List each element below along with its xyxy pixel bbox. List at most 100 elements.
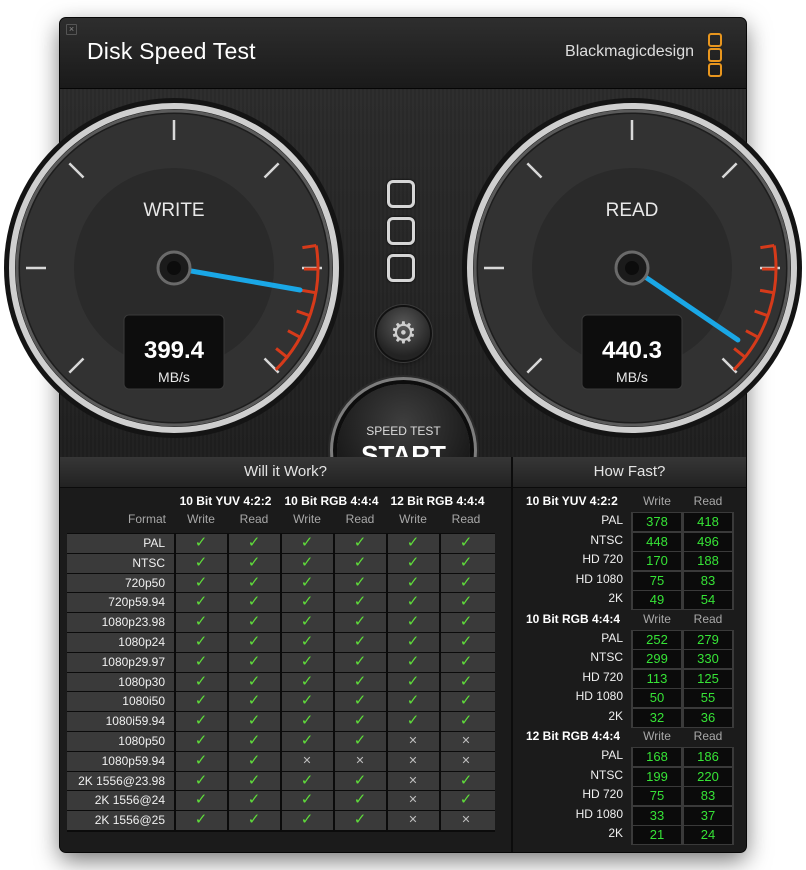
speed-group-header: 10 Bit YUV 4:2:2 <box>526 494 618 508</box>
cross-icon: ✕ <box>408 735 418 747</box>
check-icon: ✓ <box>247 751 261 769</box>
check-icon: ✓ <box>353 672 367 690</box>
read-column-header: Read <box>693 494 723 508</box>
cross-icon: ✕ <box>461 735 471 747</box>
close-button[interactable]: × <box>66 24 77 35</box>
gauge-panel: ⚙ SPEED TEST START <box>60 89 746 517</box>
format-column-header: Format <box>127 512 166 526</box>
format-label: 2K 1556@24 <box>94 793 165 808</box>
check-icon: ✓ <box>300 771 314 789</box>
read-speed-value: 83 <box>684 787 732 805</box>
write-speed-value: 378 <box>633 513 681 531</box>
format-label: 1080i59.94 <box>105 714 165 729</box>
format-group-header: 12 Bit RGB 4:4:4 <box>390 494 485 508</box>
format-label: 1080p59.94 <box>101 753 165 768</box>
check-icon: ✓ <box>194 613 208 631</box>
check-icon: ✓ <box>194 811 208 829</box>
check-icon: ✓ <box>300 613 314 631</box>
read-column-header: Read <box>451 512 481 526</box>
check-icon: ✓ <box>300 791 314 809</box>
write-speed-value: 199 <box>633 767 681 786</box>
check-icon: ✓ <box>247 771 261 789</box>
read-speed-value: 54 <box>684 591 732 609</box>
write-column-header: Write <box>643 611 671 626</box>
read-column-header: Read <box>693 611 723 626</box>
read-speed-value: 125 <box>684 669 732 688</box>
check-icon: ✓ <box>459 652 473 670</box>
cross-icon: ✕ <box>461 814 471 827</box>
check-icon: ✓ <box>194 593 208 611</box>
read-speed-value: 186 <box>684 748 732 766</box>
check-icon: ✓ <box>194 633 208 650</box>
check-icon: ✓ <box>353 613 367 631</box>
check-icon: ✓ <box>353 652 367 670</box>
check-icon: ✓ <box>406 534 420 551</box>
speed-format-label: HD 720 <box>582 787 623 801</box>
check-icon: ✓ <box>247 811 261 829</box>
read-column-header: Read <box>239 512 269 526</box>
title-bar: × Disk Speed Test Blackmagicdesign <box>60 18 746 89</box>
will-it-work-heading: Will it Work? <box>60 457 511 488</box>
check-icon: ✓ <box>300 633 314 650</box>
speed-format-label: 2K <box>608 591 623 605</box>
check-icon: ✓ <box>247 613 261 631</box>
check-icon: ✓ <box>459 771 473 789</box>
write-speed-value: 299 <box>633 650 681 668</box>
check-icon: ✓ <box>406 633 420 650</box>
check-icon: ✓ <box>406 573 420 591</box>
check-icon: ✓ <box>406 712 420 730</box>
cross-icon: ✕ <box>408 814 418 827</box>
app-title: Disk Speed Test <box>87 38 256 64</box>
read-speed-value: 188 <box>684 552 732 570</box>
format-label: 1080p29.97 <box>101 654 165 669</box>
check-icon: ✓ <box>353 732 367 749</box>
format-group-header: 10 Bit YUV 4:2:2 <box>179 494 272 508</box>
check-icon: ✓ <box>406 652 420 670</box>
check-icon: ✓ <box>459 633 473 650</box>
read-speed-value: 220 <box>684 767 732 786</box>
speed-format-label: 2K <box>608 826 623 840</box>
read-speed-value: 83 <box>684 571 732 590</box>
format-label: 1080p24 <box>118 635 165 649</box>
check-icon: ✓ <box>406 692 420 710</box>
write-speed-value: 170 <box>633 552 681 570</box>
write-speed-value: 21 <box>633 826 681 844</box>
write-speed-value: 252 <box>633 630 681 649</box>
format-label: 1080p50 <box>118 734 165 748</box>
check-icon: ✓ <box>300 553 314 571</box>
how-fast-heading: How Fast? <box>513 457 746 488</box>
check-icon: ✓ <box>247 692 261 710</box>
speed-format-label: NTSC <box>590 532 623 547</box>
check-icon: ✓ <box>247 573 261 591</box>
start-subtitle: SPEED TEST <box>366 424 441 438</box>
app-window: × Disk Speed Test Blackmagicdesign ⚙ SPE… <box>60 18 746 852</box>
read-speed-value: 55 <box>684 689 732 707</box>
write-speed-value: 75 <box>633 571 681 590</box>
check-icon: ✓ <box>353 633 367 650</box>
read-speed-value: 279 <box>684 630 732 649</box>
cross-icon: ✕ <box>461 754 471 767</box>
write-column-header: Write <box>643 494 671 508</box>
format-label: 1080p30 <box>118 674 165 689</box>
speed-format-label: HD 720 <box>582 669 623 684</box>
write-speed-value: 113 <box>633 669 681 688</box>
check-icon: ✓ <box>300 732 314 749</box>
check-icon: ✓ <box>247 633 261 650</box>
check-icon: ✓ <box>300 652 314 670</box>
read-speed-value: 37 <box>684 806 732 825</box>
format-label: NTSC <box>132 555 165 570</box>
check-icon: ✓ <box>406 613 420 631</box>
cross-icon: ✕ <box>355 754 365 767</box>
check-icon: ✓ <box>353 573 367 591</box>
read-redline-tick <box>759 288 775 295</box>
write-column-header: Write <box>399 512 427 526</box>
check-icon: ✓ <box>353 553 367 571</box>
status-light-3-icon <box>387 254 415 282</box>
settings-gear-button[interactable]: ⚙ <box>377 307 430 360</box>
check-icon: ✓ <box>300 593 314 611</box>
write-speed-value: 33 <box>633 806 681 825</box>
check-icon: ✓ <box>353 811 367 829</box>
format-label: 1080p23.98 <box>101 615 165 630</box>
check-icon: ✓ <box>300 534 314 551</box>
read-redline-tick <box>760 243 775 250</box>
